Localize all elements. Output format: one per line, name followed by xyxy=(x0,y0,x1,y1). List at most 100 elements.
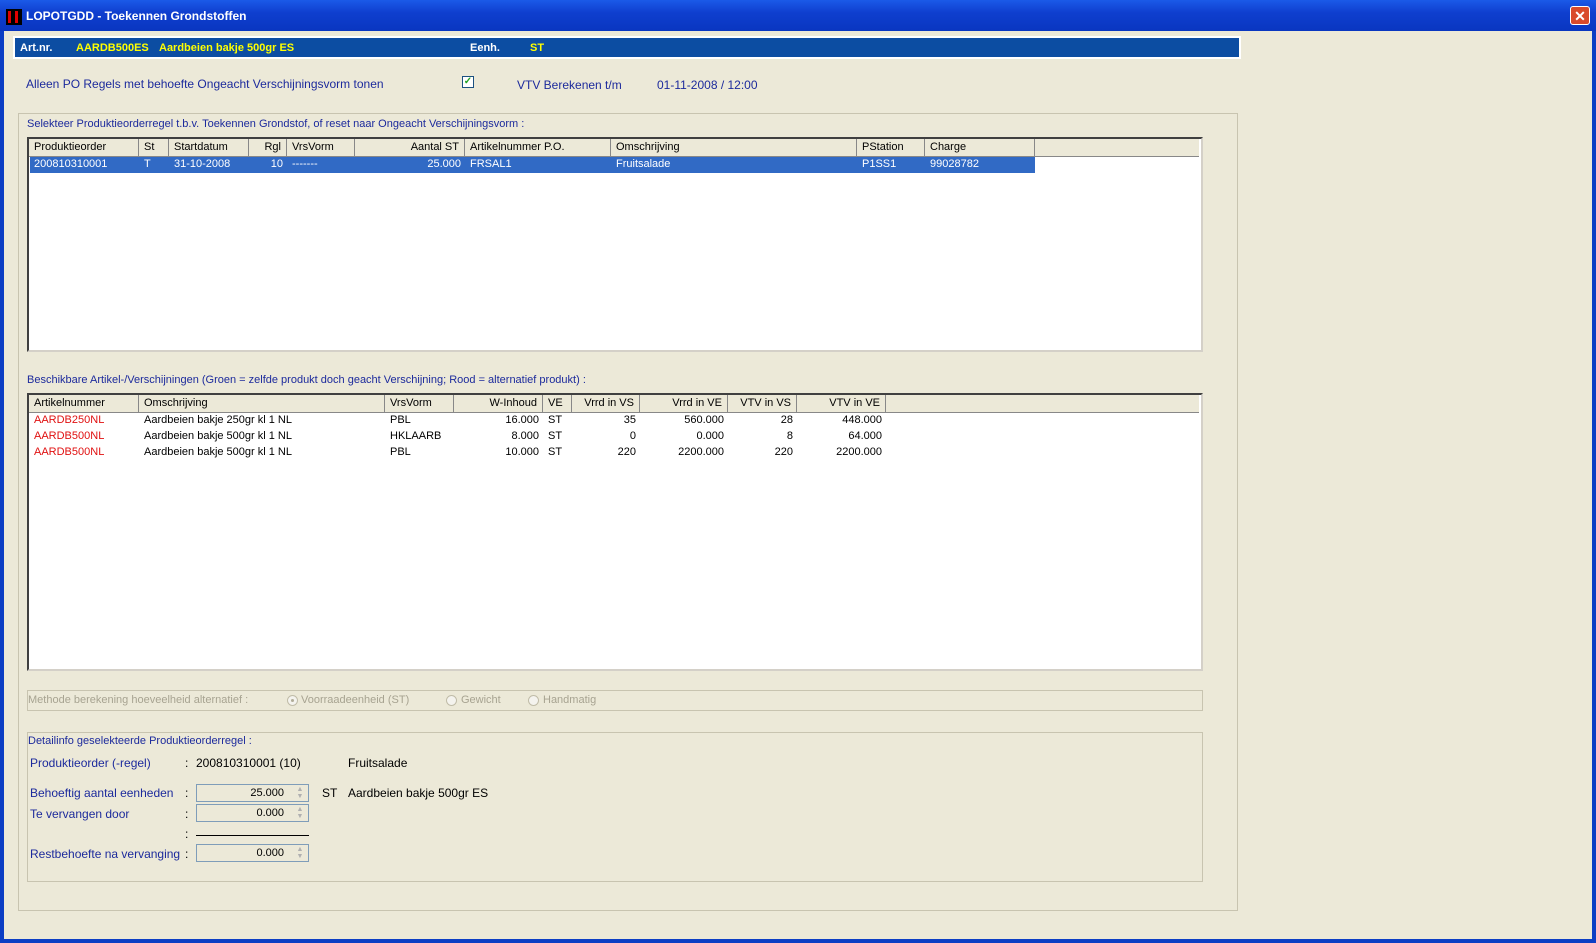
method-group: Methode berekening hoeveelheid alternati… xyxy=(27,690,1203,711)
po_section-cell: 200810310001 xyxy=(34,158,108,170)
art_section-cell: 0 xyxy=(629,430,636,442)
art_section-col-header-0[interactable]: Artikelnummer xyxy=(29,395,139,413)
art_section-cell: 2200.000 xyxy=(678,446,724,458)
replace-value: 0.000 xyxy=(256,807,284,819)
art_section-col-header-5[interactable]: Vrrd in VS xyxy=(572,395,640,413)
po_section-col-header-2[interactable]: Startdatum xyxy=(169,139,249,157)
replace-field[interactable]: 0.000 ▲ ▼ xyxy=(196,804,309,822)
art_section-cell: 560.000 xyxy=(684,414,724,426)
method-radio-gewicht[interactable] xyxy=(446,695,457,706)
art_section-cell: 28 xyxy=(780,414,793,426)
po-caption: Selekteer Produktieorderregel t.b.v. Toe… xyxy=(27,118,525,130)
po_section-col-header-8[interactable]: PStation xyxy=(857,139,925,157)
po_section-cell: 10 xyxy=(270,158,283,170)
po_section-col-header-9[interactable]: Charge xyxy=(925,139,1035,157)
art_section-cell: 64.000 xyxy=(848,430,882,442)
art_section-cell: 220 xyxy=(617,446,636,458)
po_section-col-header-7[interactable]: Omschrijving xyxy=(611,139,857,157)
po-field-value: 200810310001 (10) xyxy=(196,756,301,770)
art_section-cell: AARDB500NL xyxy=(34,430,105,442)
replace-spinner-icon[interactable]: ▲ ▼ xyxy=(294,806,306,820)
art_section-col-header-3[interactable]: W-Inhoud xyxy=(454,395,543,413)
method-option-handmatig: Handmatig xyxy=(543,694,597,706)
vtv-value: 01-11-2008 / 12:00 xyxy=(657,78,758,92)
window-title: LOPOTGDD - Toekennen Grondstoffen xyxy=(26,9,247,23)
app-icon xyxy=(6,9,22,25)
filter-checkbox[interactable]: ✓ xyxy=(462,76,474,88)
po-field-label: Produktieorder (-regel) xyxy=(30,756,151,770)
art-description: Aardbeien bakje 500gr ES xyxy=(159,42,295,54)
art_section-cell: Aardbeien bakje 250gr kl 1 NL xyxy=(144,414,292,426)
need-unit: ST xyxy=(322,786,338,800)
po_section-col-header-0[interactable]: Produktieorder xyxy=(29,139,139,157)
art_section-cell: HKLAARB xyxy=(390,430,442,442)
sum-line xyxy=(196,835,309,836)
po_section-cell: P1SS1 xyxy=(862,158,897,170)
art_section-cell: ST xyxy=(548,446,563,458)
need-desc: Aardbeien bakje 500gr ES xyxy=(348,786,489,800)
art_section-col-header-1[interactable]: Omschrijving xyxy=(139,395,385,413)
po_section-col-header-4[interactable]: VrsVorm xyxy=(287,139,355,157)
art_section-cell: 8 xyxy=(786,430,793,442)
method-option-gewicht: Gewicht xyxy=(461,694,501,706)
po_section-col-header-3[interactable]: Rgl xyxy=(249,139,287,157)
detail-caption: Detailinfo geselekteerde Produktieorderr… xyxy=(28,735,252,747)
art_section-col-header-4[interactable]: VE xyxy=(543,395,572,413)
art_section-cell: AARDB500NL xyxy=(34,446,105,458)
art_section-cell: 220 xyxy=(774,446,793,458)
art_section-cell: 16.000 xyxy=(505,414,539,426)
need-colon: : xyxy=(185,786,189,800)
art_section-col-header-8[interactable]: VTV in VE xyxy=(797,395,886,413)
art-caption: Beschikbare Artikel-/Verschijningen (Gro… xyxy=(27,374,586,386)
art-code: AARDB500ES xyxy=(76,42,149,54)
rest-field[interactable]: 0.000 ▲ ▼ xyxy=(196,844,309,862)
art_section-cell: PBL xyxy=(390,414,411,426)
rest-spinner-icon[interactable]: ▲ ▼ xyxy=(294,846,306,860)
table-row[interactable]: AARDB500NL Aardbeien bakje 500gr kl 1 NL P… xyxy=(30,445,886,461)
po-field-colon: : xyxy=(185,756,189,770)
po_section-col-header-1[interactable]: St xyxy=(139,139,169,157)
need-label: Behoeftig aantal eenheden xyxy=(30,786,174,800)
rest-value: 0.000 xyxy=(256,847,284,859)
art_section-cell: ST xyxy=(548,414,563,426)
article-table[interactable]: Artikelnummer Omschrijving VrsVorm W-Inhoud… xyxy=(27,393,1203,671)
art-label: Art.nr. xyxy=(20,42,53,54)
close-button[interactable]: ✕ xyxy=(1570,6,1590,25)
method-radio-voorraad[interactable] xyxy=(287,695,298,706)
sum-colon: : xyxy=(185,827,189,841)
art_section-col-header-2[interactable]: VrsVorm xyxy=(385,395,454,413)
art_section-col-header-filler xyxy=(886,395,1199,413)
rest-label: Restbehoefte na vervanging xyxy=(30,847,181,861)
art_section-cell: PBL xyxy=(390,446,411,458)
need-spinner-icon[interactable]: ▲ ▼ xyxy=(294,786,306,800)
art_section-cell: AARDB250NL xyxy=(34,414,105,426)
rest-colon: : xyxy=(185,847,189,861)
replace-colon: : xyxy=(185,807,189,821)
method-radio-handmatig[interactable] xyxy=(528,695,539,706)
main-window: LOPOTGDD - Toekennen Grondstoffen ✕ Art.… xyxy=(0,0,1596,943)
filter-label: Alleen PO Regels met behoefte Ongeacht V… xyxy=(26,77,384,91)
po_section-cell: 25.000 xyxy=(427,158,461,170)
art_section-cell: 8.000 xyxy=(511,430,539,442)
art_section-col-header-7[interactable]: VTV in VS xyxy=(728,395,797,413)
po_section-cell: 31-10-2008 xyxy=(174,158,231,170)
po_section-cell: T xyxy=(144,158,151,170)
need-field[interactable]: 25.000 ▲ ▼ xyxy=(196,784,309,802)
table-row[interactable]: AARDB250NL Aardbeien bakje 250gr kl 1 NL P… xyxy=(30,413,886,429)
table-row[interactable]: 200810310001 T 31-10-2008 10 ------- 25.000 FR… xyxy=(30,157,1035,173)
po_section-cell: Fruitsalade xyxy=(616,158,671,170)
art_section-cell: 35 xyxy=(623,414,636,426)
po_section-col-header-5[interactable]: Aantal ST xyxy=(355,139,465,157)
method-label: Methode berekening hoeveelheid alternati… xyxy=(28,694,249,706)
table-row[interactable]: AARDB500NL Aardbeien bakje 500gr kl 1 NL H… xyxy=(30,429,886,445)
detail-group: Detailinfo geselekteerde Produktieorderr… xyxy=(27,732,1203,882)
art_section-cell: Aardbeien bakje 500gr kl 1 NL xyxy=(144,430,292,442)
title-bar[interactable]: LOPOTGDD - Toekennen Grondstoffen ✕ xyxy=(0,0,1596,31)
po_section-col-header-filler xyxy=(1035,139,1199,157)
art_section-col-header-6[interactable]: Vrrd in VE xyxy=(640,395,728,413)
art_section-cell: 10.000 xyxy=(505,446,539,458)
po-table[interactable]: Produktieorder St Startdatum Rgl VrsVorm Aant… xyxy=(27,137,1203,352)
po_section-cell: FRSAL1 xyxy=(470,158,512,170)
art_section-cell: 448.000 xyxy=(842,414,882,426)
po_section-col-header-6[interactable]: Artikelnummer P.O. xyxy=(465,139,611,157)
